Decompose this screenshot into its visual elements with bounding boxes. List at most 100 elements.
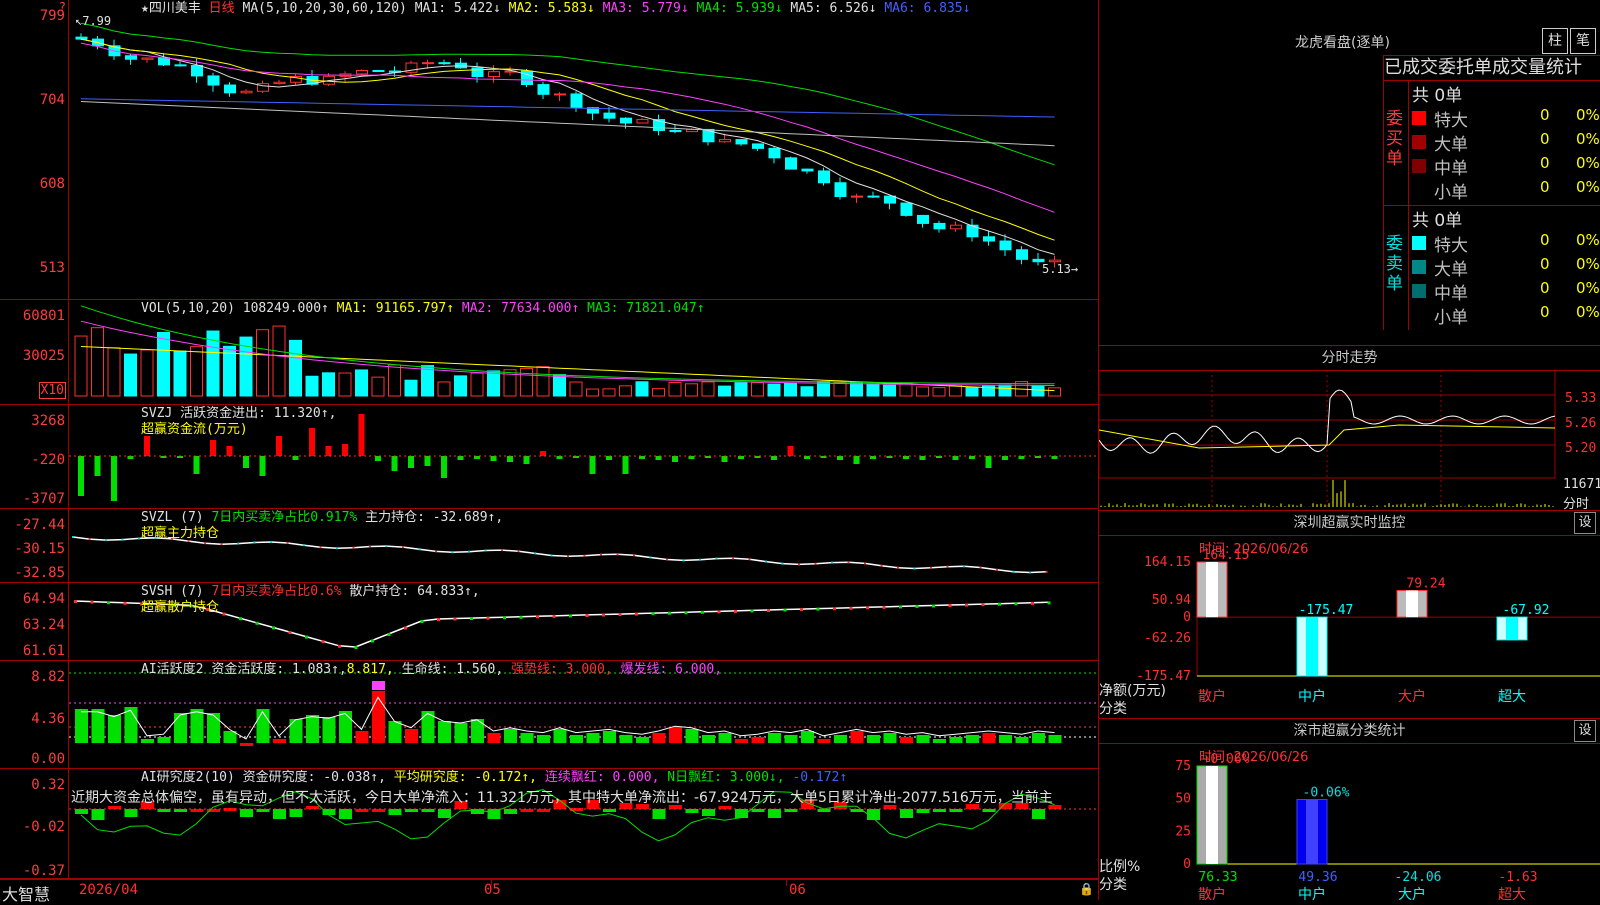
buy-row: 中单 0 0%	[1412, 154, 1600, 179]
volume-ma2: MA2: 77634.000↑	[461, 301, 580, 316]
svzj-bar	[259, 456, 266, 476]
svzj-bar	[292, 456, 299, 460]
ai-activity-svg	[69, 672, 1098, 746]
research-bar	[702, 809, 715, 816]
svzl-dot	[946, 565, 949, 568]
ma3-line	[80, 42, 1055, 213]
candle-body	[867, 195, 880, 198]
svzj-plot[interactable]: SVZJ 活跃资金进出: 11.320↑, 超赢资金流(万元)	[69, 405, 1098, 508]
svsh-subtitle: 超赢散户持仓	[141, 600, 220, 615]
ai-activity-panel[interactable]: 8.82 4.36 0.00 AI活跃度2 资金活跃度: 1.083↑,8.81…	[0, 661, 1098, 769]
buy-row-value: 0	[1540, 178, 1550, 196]
sz-monitor-ylabel: 净额(万元)	[1099, 683, 1166, 699]
activity-bar	[652, 733, 666, 743]
svzl-dot	[352, 546, 355, 549]
question-icon[interactable]: ?	[59, 0, 66, 14]
buy-side-label: 委买单	[1386, 109, 1403, 169]
volume-bar	[437, 381, 451, 397]
svzl-dot	[996, 568, 998, 571]
activity-bar	[306, 715, 319, 743]
sell-row-percent: 0%	[1576, 255, 1600, 273]
low-price-marker: 5.13→	[1042, 262, 1079, 276]
sz-class-value-label: -24.06	[1395, 870, 1442, 885]
candle-body	[570, 93, 583, 109]
svzl-dot	[253, 541, 256, 544]
svzl-dot	[1012, 570, 1015, 573]
volume-plot[interactable]: VOL(5,10,20) 108249.000↑ MA1: 91165.797↑…	[69, 300, 1098, 404]
intraday-tick: 5.26	[1565, 416, 1597, 431]
sz-class-bar-highlight	[1206, 766, 1218, 864]
svzl-panel[interactable]: -27.44 -30.15 -32.85 SVZL (7) 7日内买卖净占比0.…	[0, 509, 1098, 583]
svzl-dot	[847, 561, 850, 564]
activity-bar	[273, 739, 286, 743]
svzl-dot	[1029, 571, 1031, 574]
svsh-dot	[569, 614, 572, 618]
color-swatch	[1412, 236, 1426, 250]
svzl-axis: -27.44 -30.15 -32.85	[0, 509, 69, 582]
sz-class-panel[interactable]: 深市超赢分类统计 设 时间: 2026/06/26 75 50 25 0 +0.06% -…	[1099, 718, 1600, 900]
avg-research-value: 平均研究度: -0.172↑,	[393, 770, 538, 785]
ai-activity-tick: 8.82	[31, 669, 65, 685]
research-bar	[768, 809, 781, 818]
volume-panel[interactable]: 60801 30025 X10 VOL(5,10,20) 108249.000↑…	[0, 300, 1098, 405]
sz-class-tick: 25	[1175, 824, 1191, 839]
lock-icon[interactable]: 🔒	[1079, 882, 1094, 896]
svsh-panel[interactable]: 64.94 63.24 61.61 SVSH (7) 7日内买卖净占比0.6% …	[0, 583, 1098, 661]
svzl-dot	[435, 550, 437, 553]
bar-mode-button[interactable]: 柱	[1542, 28, 1568, 54]
stock-name: 四川美丰	[148, 1, 201, 16]
candle-body	[554, 93, 566, 96]
sz-monitor-value-label: 79.24	[1406, 577, 1445, 592]
time-axis[interactable]: 大智慧 2026/04 05 06 🔒	[0, 879, 1098, 904]
tick-mode-button[interactable]: 笔	[1570, 28, 1596, 54]
sz-monitor-settings-button[interactable]: 设	[1574, 512, 1596, 534]
price-tick: 513	[39, 260, 65, 276]
ai-research-plot[interactable]: AI研究度2(10) 资金研究度: -0.038↑, 平均研究度: -0.172…	[69, 769, 1098, 878]
lhb-panel[interactable]: 龙虎看盘(逐单) 柱 笔 已成交委托单成交量统计 委买单 共 0单 特大 0 0% 大…	[1099, 0, 1600, 345]
svsh-line	[74, 600, 1049, 648]
activity-bar	[867, 735, 880, 743]
svzl-dot	[616, 553, 619, 556]
research-bar	[388, 809, 402, 815]
svzl-tick: -27.44	[14, 517, 65, 533]
price-axis: 799 704 608 513 ?	[0, 0, 69, 299]
sz-monitor-panel[interactable]: 深圳超赢实时监控 设 时间: 2026/06/26 164.15 50.94 0 -6…	[1099, 510, 1600, 718]
svzl-dot	[501, 549, 503, 552]
favorite-star-icon[interactable]: ★	[141, 1, 149, 16]
svzj-panel[interactable]: 3268 -220 -3707 SVZJ 活跃资金进出: 11.320↑, 超赢…	[0, 405, 1098, 509]
svsh-legend: SVSH (7) 7日内买卖净占比0.6% 散户持仓: 64.833↑,	[141, 584, 480, 599]
svzl-dot	[748, 558, 751, 561]
buy-row: 特大 0 0%	[1412, 106, 1600, 131]
sz-class-settings-button[interactable]: 设	[1574, 720, 1596, 742]
activity-bar	[256, 709, 270, 743]
kline-panel[interactable]: 799 704 608 513 ? ★四川美丰 日线 MA(5,10,20,30…	[0, 0, 1098, 300]
volume-bar	[157, 331, 170, 397]
svsh-dot	[734, 609, 737, 613]
research-bar	[190, 809, 204, 812]
period-label[interactable]: 日线	[209, 1, 235, 16]
ai-research-svg	[69, 789, 1098, 842]
sell-row-name: 中单	[1434, 284, 1468, 304]
volume-bar	[586, 388, 599, 397]
ai-research-panel[interactable]: 0.32 -0.02 -0.37 AI研究度2(10) 资金研究度: -0.03…	[0, 769, 1098, 879]
research-bar	[504, 809, 517, 814]
svzj-bar	[771, 456, 777, 460]
svzl-plot[interactable]: SVZL (7) 7日内买卖净占比0.917% 主力持仓: -32.689↑, …	[69, 509, 1098, 582]
research-bar	[322, 809, 336, 815]
activity-bar	[949, 737, 963, 743]
kline-plot[interactable]: ★四川美丰 日线 MA(5,10,20,30,60,120) MA1: 5.42…	[69, 0, 1098, 299]
candle-body	[884, 195, 896, 204]
volume-bar	[784, 382, 797, 397]
svzj-bar	[1002, 456, 1008, 460]
life-line-value: 生命线: 1.560,	[401, 662, 504, 677]
ai-activity-plot[interactable]: AI活跃度2 资金活跃度: 1.083↑,8.817, 生命线: 1.560, …	[69, 661, 1098, 768]
intraday-panel[interactable]: 分时走势 5.33 5.26 5.20 11671 分时	[1099, 345, 1600, 512]
last-value: -0.172↑	[792, 770, 848, 785]
side-divider	[1408, 81, 1409, 205]
svsh-ratio: 7日内买卖净占比0.6%	[211, 584, 342, 599]
svzl-dot	[781, 562, 784, 565]
svsh-plot[interactable]: SVSH (7) 7日内买卖净占比0.6% 散户持仓: 64.833↑, 超赢散…	[69, 583, 1098, 660]
activity-bar	[388, 721, 402, 743]
svsh-dot	[288, 631, 292, 634]
volume-bar	[883, 384, 896, 397]
